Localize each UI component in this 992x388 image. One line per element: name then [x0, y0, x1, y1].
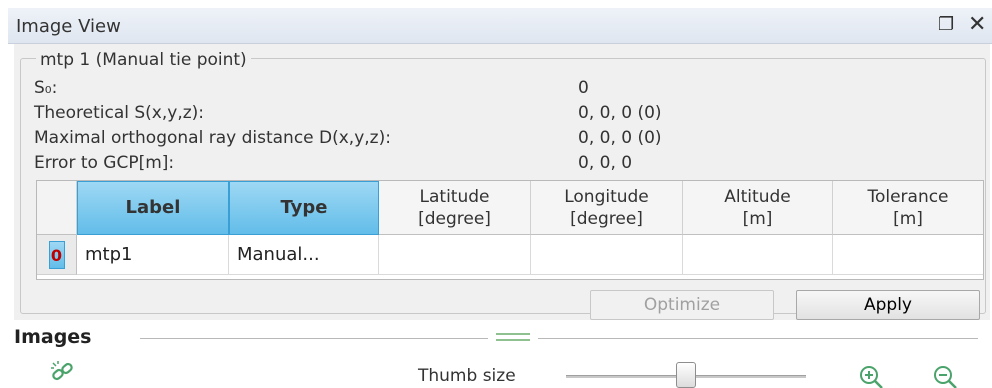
cell-tolerance[interactable] [833, 235, 983, 275]
zoom-out-icon[interactable] [932, 364, 958, 388]
row-index: 0 [48, 240, 65, 269]
theoretical-s-value: 0, 0, 0 (0) [578, 103, 662, 123]
section-separator-right [538, 338, 978, 339]
ray-distance-value: 0, 0, 0 (0) [578, 128, 662, 148]
zoom-in-icon[interactable] [858, 364, 884, 388]
apply-button[interactable]: Apply [796, 290, 980, 320]
cell-type[interactable]: Manual... [229, 235, 379, 275]
link-icon[interactable] [50, 360, 76, 386]
thumb-size-label: Thumb size [418, 366, 516, 386]
cell-altitude[interactable] [683, 235, 833, 275]
window-title: Image View [16, 16, 121, 37]
group-title: mtp 1 (Manual tie point) [36, 50, 251, 70]
theoretical-s-label: Theoretical S(x,y,z): [34, 103, 205, 123]
float-icon[interactable]: ❐ [938, 14, 954, 35]
optimize-button[interactable]: Optimize [590, 290, 774, 320]
cell-latitude[interactable] [379, 235, 531, 275]
cell-label[interactable]: mtp1 [77, 235, 229, 275]
close-icon[interactable]: ✕ [968, 12, 986, 37]
error-gcp-value: 0, 0, 0 [578, 153, 633, 173]
column-header-tolerance[interactable]: Tolerance [m] [833, 181, 983, 235]
column-header-label[interactable]: Label [77, 181, 229, 235]
thumb-size-slider-handle[interactable] [676, 362, 696, 388]
dock-title-bar: Image View ❐ ✕ [8, 8, 992, 44]
tie-point-table: Label Type Latitude [degree] Longitude [… [36, 180, 984, 280]
column-header-latitude[interactable]: Latitude [degree] [379, 181, 531, 235]
column-header-longitude[interactable]: Longitude [degree] [531, 181, 683, 235]
column-header-altitude[interactable]: Altitude [m] [683, 181, 833, 235]
s0-value: 0 [578, 78, 589, 98]
section-separator-left [140, 338, 488, 339]
images-section-label: Images [14, 326, 92, 348]
table-corner[interactable] [37, 181, 77, 235]
ray-distance-label: Maximal orthogonal ray distance D(x,y,z)… [34, 128, 391, 148]
row-header[interactable]: 0 [37, 235, 77, 275]
error-gcp-label: Error to GCP[m]: [34, 153, 175, 173]
cell-longitude[interactable] [531, 235, 683, 275]
column-header-type[interactable]: Type [229, 181, 379, 235]
s0-label: S₀: [34, 78, 58, 98]
splitter-handle[interactable] [496, 333, 530, 341]
